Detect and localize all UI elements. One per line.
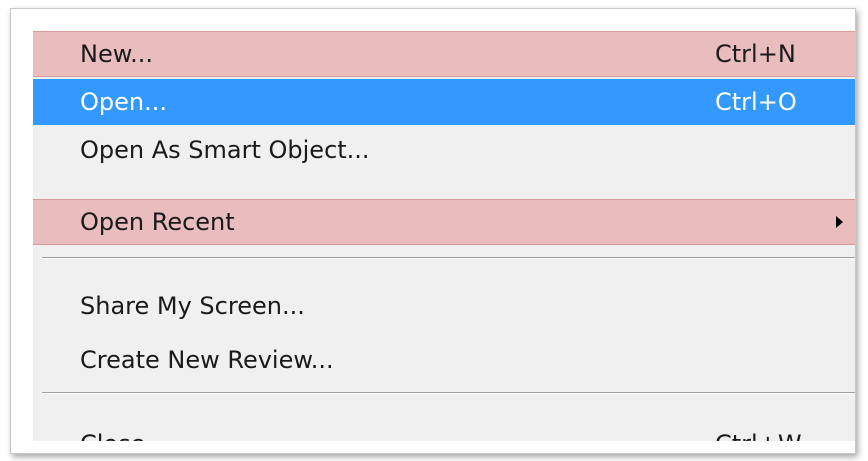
menu-item-label: Open Recent [80,208,235,236]
file-menu: New... Ctrl+N Open... Ctrl+O Open As Sma… [33,31,855,441]
menu-item-shortcut: Ctrl+N [715,40,796,68]
menu-item-share-my-screen[interactable]: Share My Screen... [33,283,855,329]
menu-separator [42,257,855,259]
menu-item-close[interactable]: Close Ctrl+W [33,421,855,441]
menu-item-create-new-review[interactable]: Create New Review... [33,337,855,383]
menu-item-shortcut: Ctrl+W [715,430,802,441]
menu-item-label: Share My Screen... [80,292,305,320]
menu-item-label: Open... [80,88,167,116]
menu-item-label: New... [80,40,154,68]
menu-item-open-recent[interactable]: Open Recent [33,199,855,245]
menu-item-label: Create New Review... [80,346,334,374]
menu-item-open[interactable]: Open... Ctrl+O [33,79,855,125]
triangle-right-icon [836,216,843,228]
menu-item-new[interactable]: New... Ctrl+N [33,31,855,77]
menu-separator [42,392,855,394]
menu-item-label: Open As Smart Object... [80,136,370,164]
menu-item-open-as-smart-object[interactable]: Open As Smart Object... [33,127,855,173]
menu-item-label: Close [80,430,145,441]
menu-item-shortcut: Ctrl+O [715,88,797,116]
screenshot-frame: New... Ctrl+N Open... Ctrl+O Open As Sma… [10,8,856,454]
